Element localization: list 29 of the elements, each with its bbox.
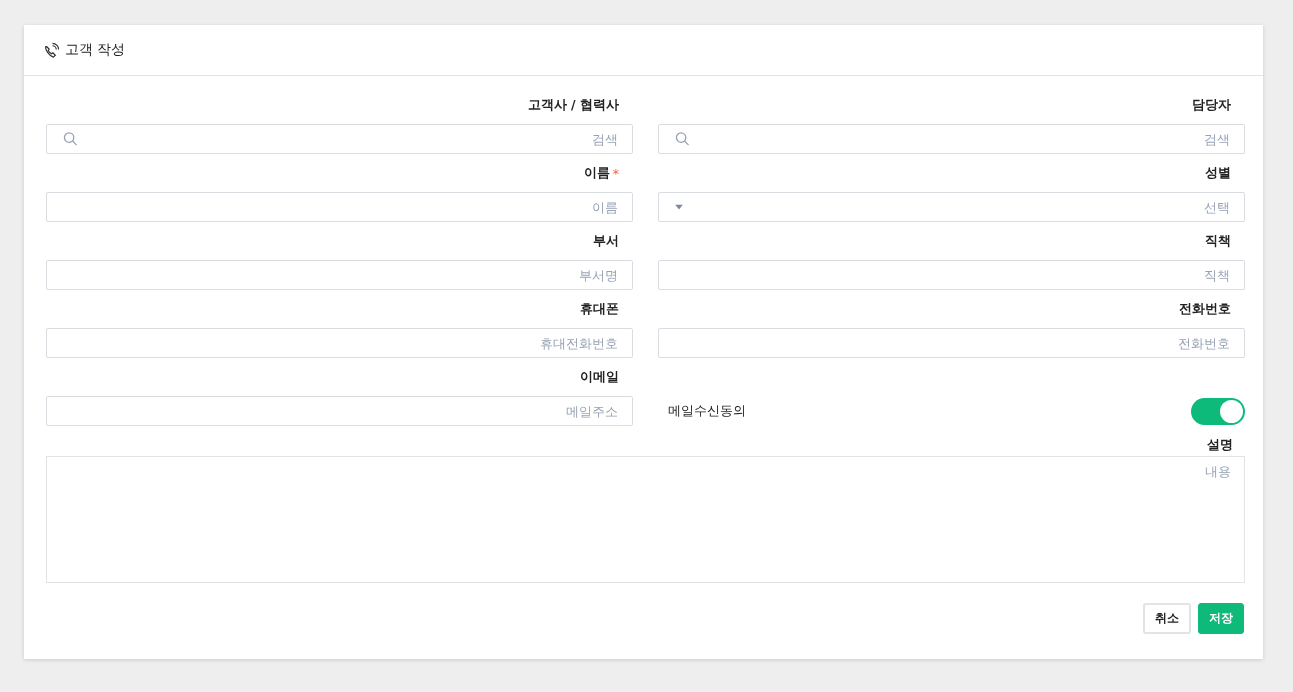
field-label: 담당자 <box>1192 96 1231 114</box>
search-icon <box>675 131 690 147</box>
required-mark: * <box>612 165 619 181</box>
field-label: 이름 <box>583 164 610 182</box>
phone-icon <box>42 40 61 60</box>
input-field[interactable]: 휴대전화번호 <box>46 328 633 358</box>
page-title: 고객 작성 <box>65 41 126 59</box>
search-field[interactable]: 검색 <box>658 124 1245 154</box>
field-label: 고객사 / 협력사 <box>527 96 619 114</box>
search-field[interactable]: 검색 <box>46 124 633 154</box>
field-label: 이메일 <box>580 368 619 386</box>
field-label: 부서 <box>593 232 619 250</box>
field-label: 전화번호 <box>1179 300 1231 318</box>
input-field[interactable]: 직책 <box>658 260 1245 290</box>
search-icon <box>63 131 78 147</box>
field-label: 휴대폰 <box>580 300 619 318</box>
cancel-button[interactable]: 취소 <box>1143 603 1191 634</box>
input-field[interactable]: 전화번호 <box>658 328 1245 358</box>
input-field[interactable]: 부서명 <box>46 260 633 290</box>
caret-icon <box>675 204 683 210</box>
input-field[interactable]: 메일주소 <box>46 396 633 426</box>
field-label: 직책 <box>1205 232 1231 250</box>
field-label: 설명 <box>1207 436 1233 454</box>
input-field[interactable]: 이름 <box>46 192 633 222</box>
toggle-switch[interactable] <box>1191 397 1245 425</box>
description-field[interactable]: 내용 <box>46 456 1245 583</box>
select-field[interactable]: 선택 <box>658 192 1245 222</box>
field-label: 성별 <box>1205 164 1231 182</box>
toggle-label: 메일수신동의 <box>668 402 746 420</box>
